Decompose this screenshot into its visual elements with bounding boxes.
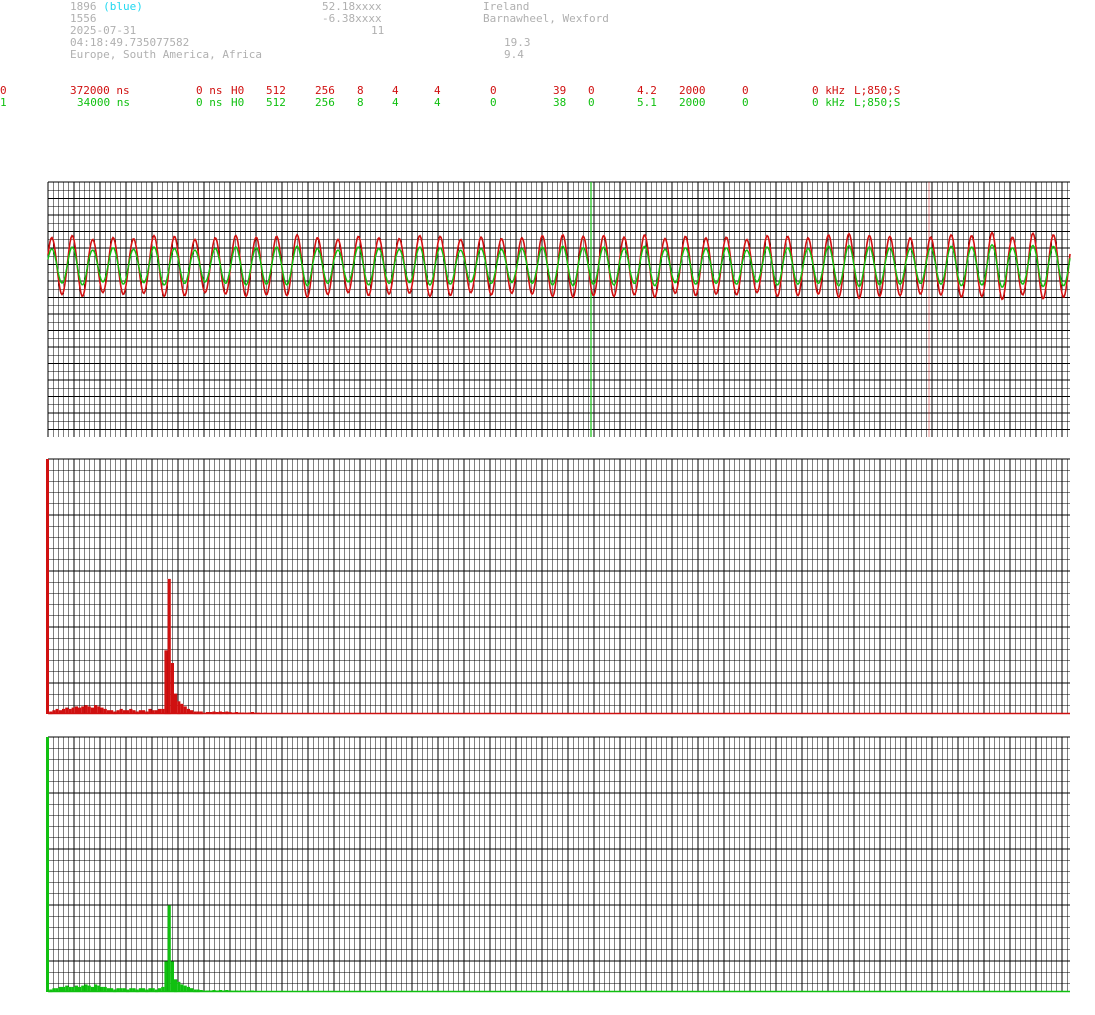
spectrum-red-bar: [174, 693, 178, 714]
spectrum-green-bar: [174, 979, 178, 993]
spectrum-red-bar: [180, 703, 184, 714]
spectrum-green-bar: [164, 961, 168, 992]
spectrum-green-bar: [170, 961, 174, 992]
spectrum-red-bar: [94, 705, 98, 714]
waveform-grid: [47, 181, 1070, 437]
spectrum-red-bar: [46, 459, 49, 714]
spectrum-red-bar: [170, 663, 174, 714]
spectrum-green-bar: [177, 981, 181, 992]
spectrum-red-bar: [177, 701, 181, 715]
spectrum-red-bar: [167, 578, 171, 715]
charts-canvas: [46, 181, 1071, 993]
spectrum-red-bar: [84, 705, 88, 714]
spectrum-green-bar: [46, 737, 49, 992]
spectrum-red-grid: [47, 458, 1070, 714]
spectrum-red-bar: [164, 650, 168, 715]
spectrum-green-grid: [47, 736, 1070, 992]
spectrum-green-bar: [167, 905, 171, 992]
